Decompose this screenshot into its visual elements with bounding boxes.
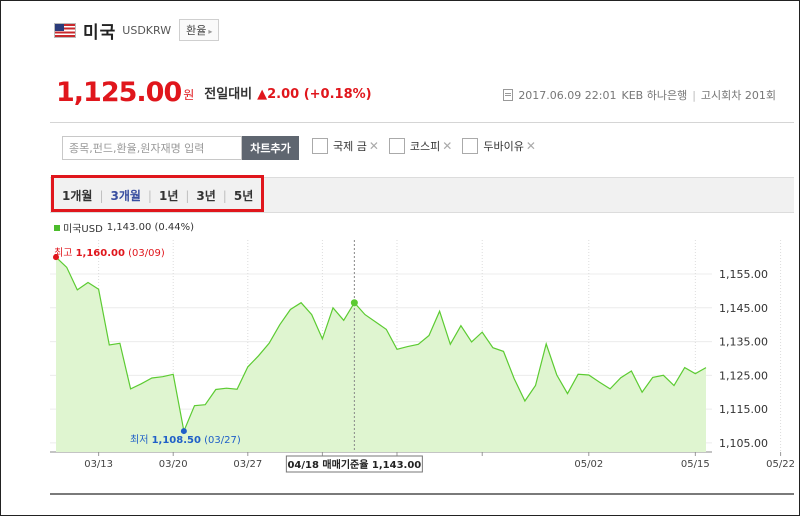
x-tick-label: 05/02	[574, 459, 603, 470]
bottom-divider	[50, 493, 794, 495]
x-tick-label: 05/15	[681, 459, 710, 470]
y-tick-label: 1,125.00	[719, 369, 768, 382]
hover-point	[350, 299, 358, 307]
x-tick-label: 03/20	[159, 459, 188, 470]
y-tick-label: 1,155.00	[719, 268, 768, 281]
high-label: 최고 1,160.00 (03/09)	[54, 247, 165, 259]
low-value: 1,108.50	[152, 435, 201, 446]
high-value: 1,160.00	[76, 248, 125, 259]
hover-date-label: 04/18 매매기준율 1,143.00	[287, 458, 421, 471]
low-label: 최저 1,108.50 (03/27)	[130, 434, 241, 446]
x-tick-label: 03/27	[233, 459, 262, 470]
y-tick-label: 1,135.00	[719, 336, 768, 349]
price-chart[interactable]: 1,155.00 1,145.00 1,135.00 1,125.00 1,115.00…	[0, 0, 800, 516]
high-date: (03/09)	[125, 248, 165, 259]
x-tick-label: 03/13	[84, 459, 113, 470]
y-tick-label: 1,115.00	[719, 403, 768, 416]
y-tick-label: 1,105.00	[719, 437, 768, 450]
low-date: (03/27)	[201, 435, 241, 446]
chart-area-fill	[56, 257, 706, 452]
y-tick-label: 1,145.00	[719, 302, 768, 315]
x-tick-label: 05/22	[766, 459, 795, 470]
low-point	[180, 428, 187, 435]
